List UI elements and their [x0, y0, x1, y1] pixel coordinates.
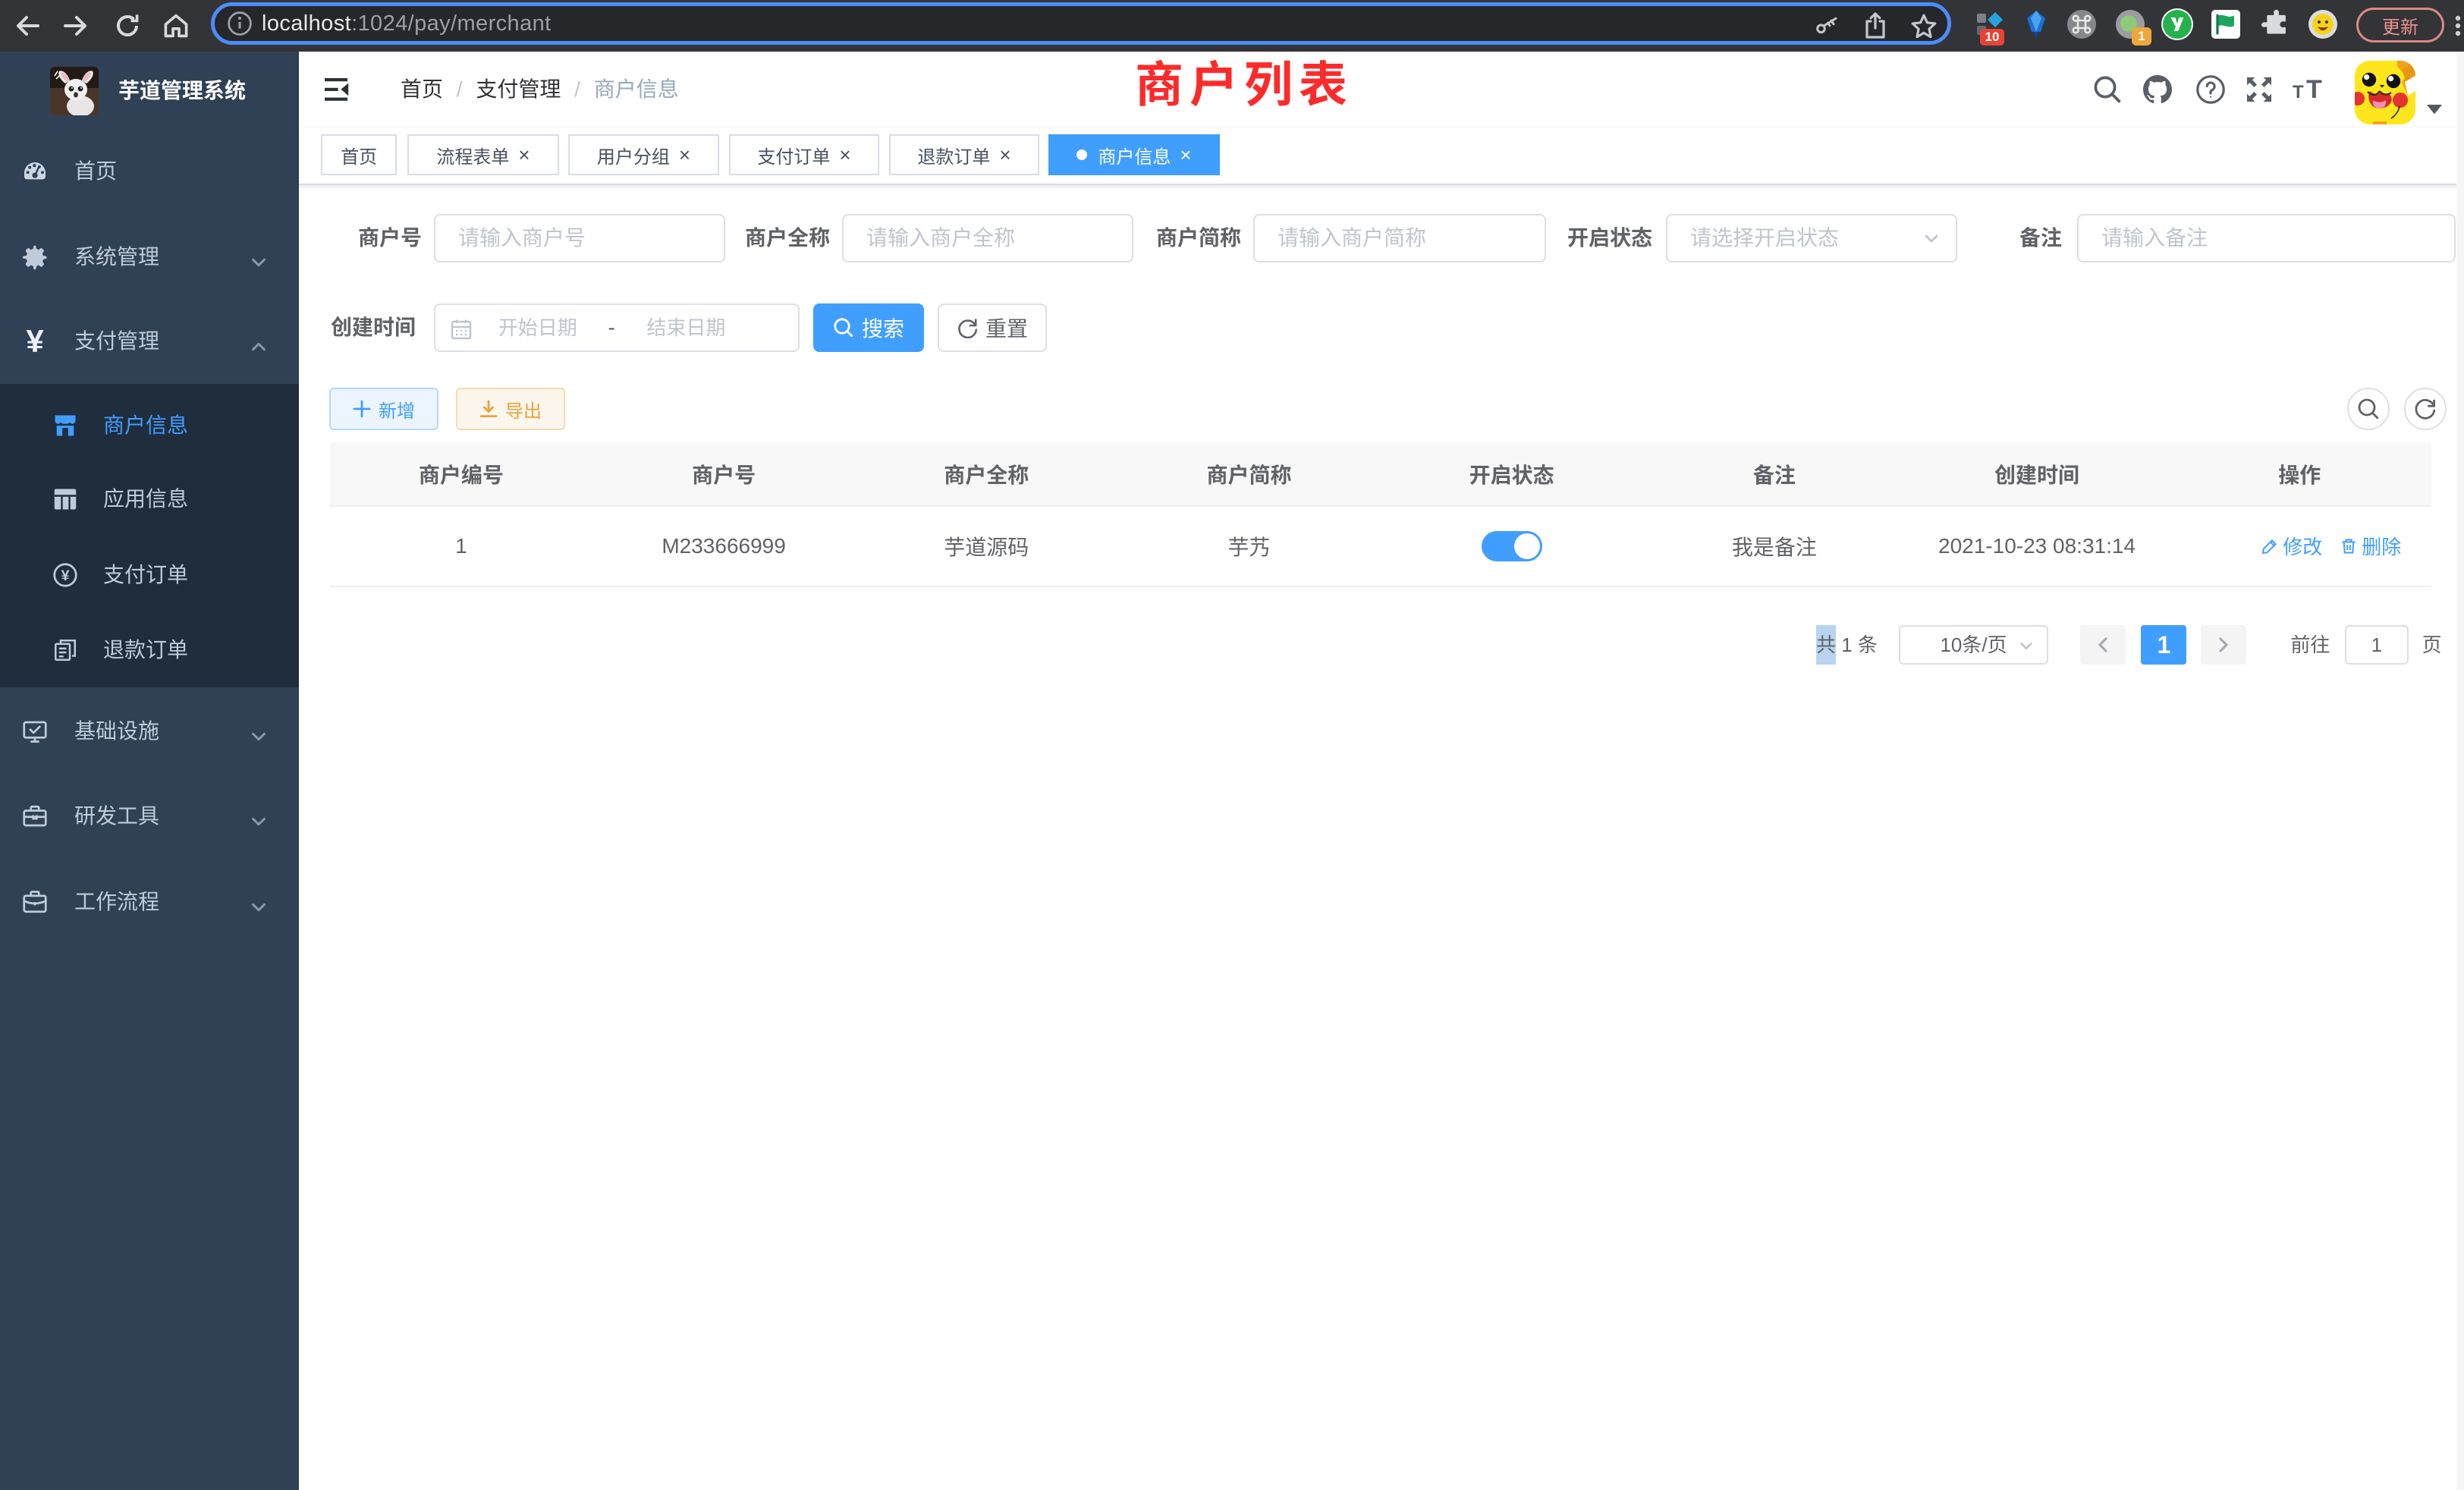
- svg-text:T: T: [2293, 82, 2304, 102]
- svg-text:¥: ¥: [61, 567, 70, 583]
- svg-text:T: T: [2306, 75, 2322, 104]
